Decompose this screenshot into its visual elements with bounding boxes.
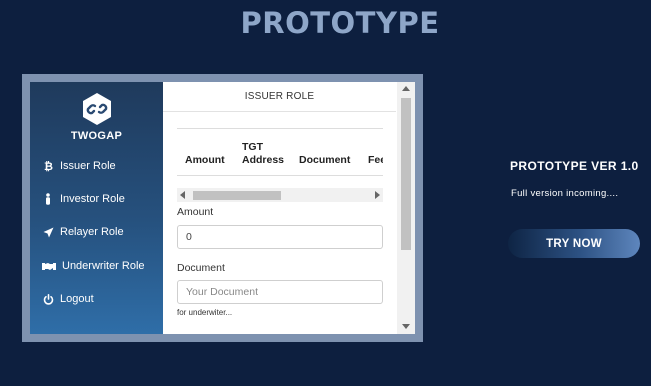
nav-label: Relayer Role bbox=[60, 226, 124, 238]
version-subtitle: Full version incoming.... bbox=[511, 188, 619, 199]
try-now-button[interactable]: TRY NOW bbox=[508, 229, 640, 258]
scroll-down-icon[interactable] bbox=[402, 324, 410, 329]
bitcoin-icon: ₿ bbox=[42, 160, 54, 172]
document-hint: for underwiter... bbox=[177, 308, 233, 317]
paper-plane-icon bbox=[42, 226, 54, 238]
app-screen: TWOGAP ₿ Issuer Role Investor Role Relay… bbox=[30, 82, 415, 334]
nav-label: Investor Role bbox=[60, 193, 125, 205]
table-header-document: Document bbox=[299, 154, 351, 166]
version-title: PROTOTYPE VER 1.0 bbox=[510, 159, 639, 173]
sidebar: TWOGAP ₿ Issuer Role Investor Role Relay… bbox=[30, 82, 163, 334]
scroll-up-icon[interactable] bbox=[402, 86, 410, 91]
document-label: Document bbox=[177, 262, 225, 274]
power-icon bbox=[42, 293, 54, 305]
scroll-right-icon[interactable] bbox=[375, 191, 380, 199]
prototype-mockup-frame: TWOGAP ₿ Issuer Role Investor Role Relay… bbox=[22, 74, 423, 342]
person-icon bbox=[42, 193, 54, 205]
document-input[interactable] bbox=[177, 280, 383, 304]
nav-underwriter-role[interactable]: Underwriter Role bbox=[42, 257, 145, 275]
page-root: PROTOTYPE TWOGAP ₿ Issuer Role Investor … bbox=[0, 0, 651, 386]
nav-issuer-role[interactable]: ₿ Issuer Role bbox=[42, 157, 116, 175]
horizontal-scrollbar[interactable] bbox=[177, 188, 383, 202]
content-panel: ISSUER ROLE Amount TGT Address Document … bbox=[163, 82, 415, 334]
nav-relayer-role[interactable]: Relayer Role bbox=[42, 223, 124, 241]
nav-label: Underwriter Role bbox=[62, 260, 145, 272]
data-table: Amount TGT Address Document Fee bbox=[177, 128, 383, 176]
nav-label: Logout bbox=[60, 293, 94, 305]
brand-name: TWOGAP bbox=[70, 130, 123, 142]
handshake-icon bbox=[42, 260, 56, 272]
table-header-tgt-address: TGT Address bbox=[242, 141, 285, 166]
amount-label: Amount bbox=[177, 206, 214, 218]
role-header: ISSUER ROLE bbox=[163, 82, 396, 112]
nav-label: Issuer Role bbox=[60, 160, 116, 172]
svg-text:₿: ₿ bbox=[44, 160, 53, 172]
link-chain-icon bbox=[80, 92, 114, 126]
vertical-scrollbar[interactable] bbox=[397, 82, 415, 334]
table-header-fee: Fee bbox=[368, 154, 383, 166]
nav-investor-role[interactable]: Investor Role bbox=[42, 190, 125, 208]
nav-logout[interactable]: Logout bbox=[42, 290, 94, 308]
scroll-thumb[interactable] bbox=[193, 191, 281, 200]
page-title: PROTOTYPE bbox=[240, 6, 440, 40]
table-header-amount: Amount bbox=[185, 154, 225, 166]
scroll-left-icon[interactable] bbox=[180, 191, 185, 199]
amount-input[interactable] bbox=[177, 225, 383, 249]
scroll-thumb[interactable] bbox=[401, 98, 411, 250]
